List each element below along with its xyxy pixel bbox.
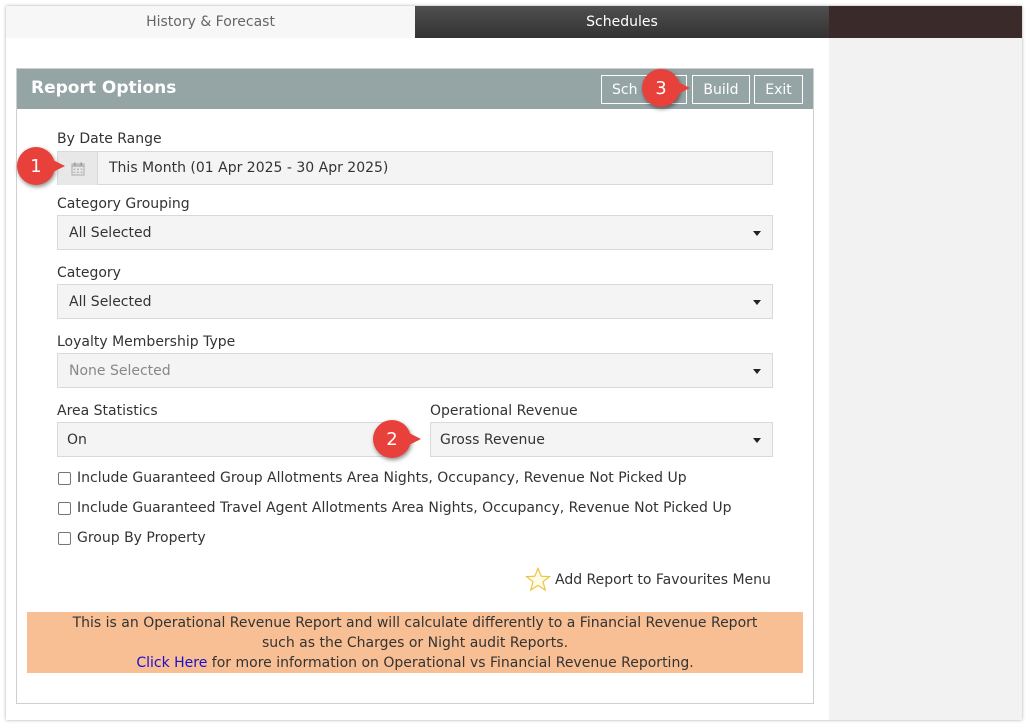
loyalty-label: Loyalty Membership Type [57, 334, 236, 350]
area-statistics-label: Area Statistics [57, 403, 158, 419]
operational-revenue-label: Operational Revenue [430, 403, 578, 419]
add-to-favourites-link[interactable]: Add Report to Favourites Menu [525, 567, 771, 592]
panel-header: Report Options Sch Build Exit [17, 69, 813, 109]
star-icon [525, 567, 551, 592]
notice-line-2: such as the Charges or Night audit Repor… [261, 635, 569, 651]
checkbox-label: Include Guaranteed Group Allotments Area… [77, 470, 687, 486]
notice-line-1: This is an Operational Revenue Report an… [72, 615, 758, 631]
date-range-value: This Month (01 Apr 2025 - 30 Apr 2025) [109, 160, 389, 176]
tab-history-forecast[interactable]: History & Forecast [6, 6, 415, 38]
report-options-panel: Report Options Sch Build Exit By Date Ra… [16, 68, 814, 704]
date-range-field[interactable]: This Month (01 Apr 2025 - 30 Apr 2025) [57, 151, 773, 185]
click-here-link[interactable]: Click Here [136, 655, 207, 671]
exit-button[interactable]: Exit [754, 75, 803, 104]
operational-revenue-select[interactable]: Gross Revenue [430, 422, 773, 457]
checkbox-row-travel-agent[interactable]: Include Guaranteed Travel Agent Allotmen… [58, 500, 732, 516]
category-label: Category [57, 265, 121, 281]
travel-agent-allotments-checkbox[interactable] [58, 501, 71, 515]
category-grouping-select[interactable]: All Selected [57, 215, 773, 250]
category-grouping-value: All Selected [69, 224, 152, 241]
group-allotments-checkbox[interactable] [58, 471, 71, 485]
checkbox-label: Include Guaranteed Travel Agent Allotmen… [77, 500, 732, 516]
checkbox-row-group-allotments[interactable]: Include Guaranteed Group Allotments Area… [58, 470, 687, 486]
loyalty-select[interactable]: None Selected [57, 353, 773, 388]
checkbox-row-group-by-property[interactable]: Group By Property [58, 530, 206, 546]
main-area: History & Forecast Schedules Report Opti… [6, 6, 829, 720]
chevron-down-icon [753, 369, 761, 374]
checkbox-label: Group By Property [77, 530, 206, 546]
date-range-label: By Date Range [57, 131, 162, 147]
category-select[interactable]: All Selected [57, 284, 773, 319]
favourites-label: Add Report to Favourites Menu [555, 571, 771, 588]
build-button[interactable]: Build [692, 75, 750, 104]
category-value: All Selected [69, 293, 152, 310]
app-frame: History & Forecast Schedules Report Opti… [6, 6, 1022, 720]
area-statistics-value: On [67, 431, 87, 448]
notice-line-3: Click Here for more information on Opera… [27, 653, 803, 673]
chevron-down-icon [753, 438, 761, 443]
annotation-marker-2: 2 [373, 420, 421, 458]
notice-line-3-text: for more information on Operational vs F… [207, 655, 694, 671]
category-grouping-label: Category Grouping [57, 196, 190, 212]
loyalty-value: None Selected [69, 362, 171, 379]
chevron-down-icon [753, 300, 761, 305]
tab-schedules[interactable]: Schedules [415, 6, 829, 38]
operational-revenue-notice: This is an Operational Revenue Report an… [27, 612, 803, 673]
group-by-property-checkbox[interactable] [58, 531, 71, 545]
area-statistics-field[interactable]: On [57, 422, 391, 457]
annotation-marker-3: 3 [642, 69, 690, 107]
panel-title: Report Options [31, 78, 177, 98]
right-side-area [829, 6, 1022, 720]
chevron-down-icon [753, 231, 761, 236]
operational-revenue-value: Gross Revenue [440, 431, 545, 448]
top-right-bar [829, 6, 1022, 38]
annotation-marker-1: 1 [17, 147, 65, 185]
